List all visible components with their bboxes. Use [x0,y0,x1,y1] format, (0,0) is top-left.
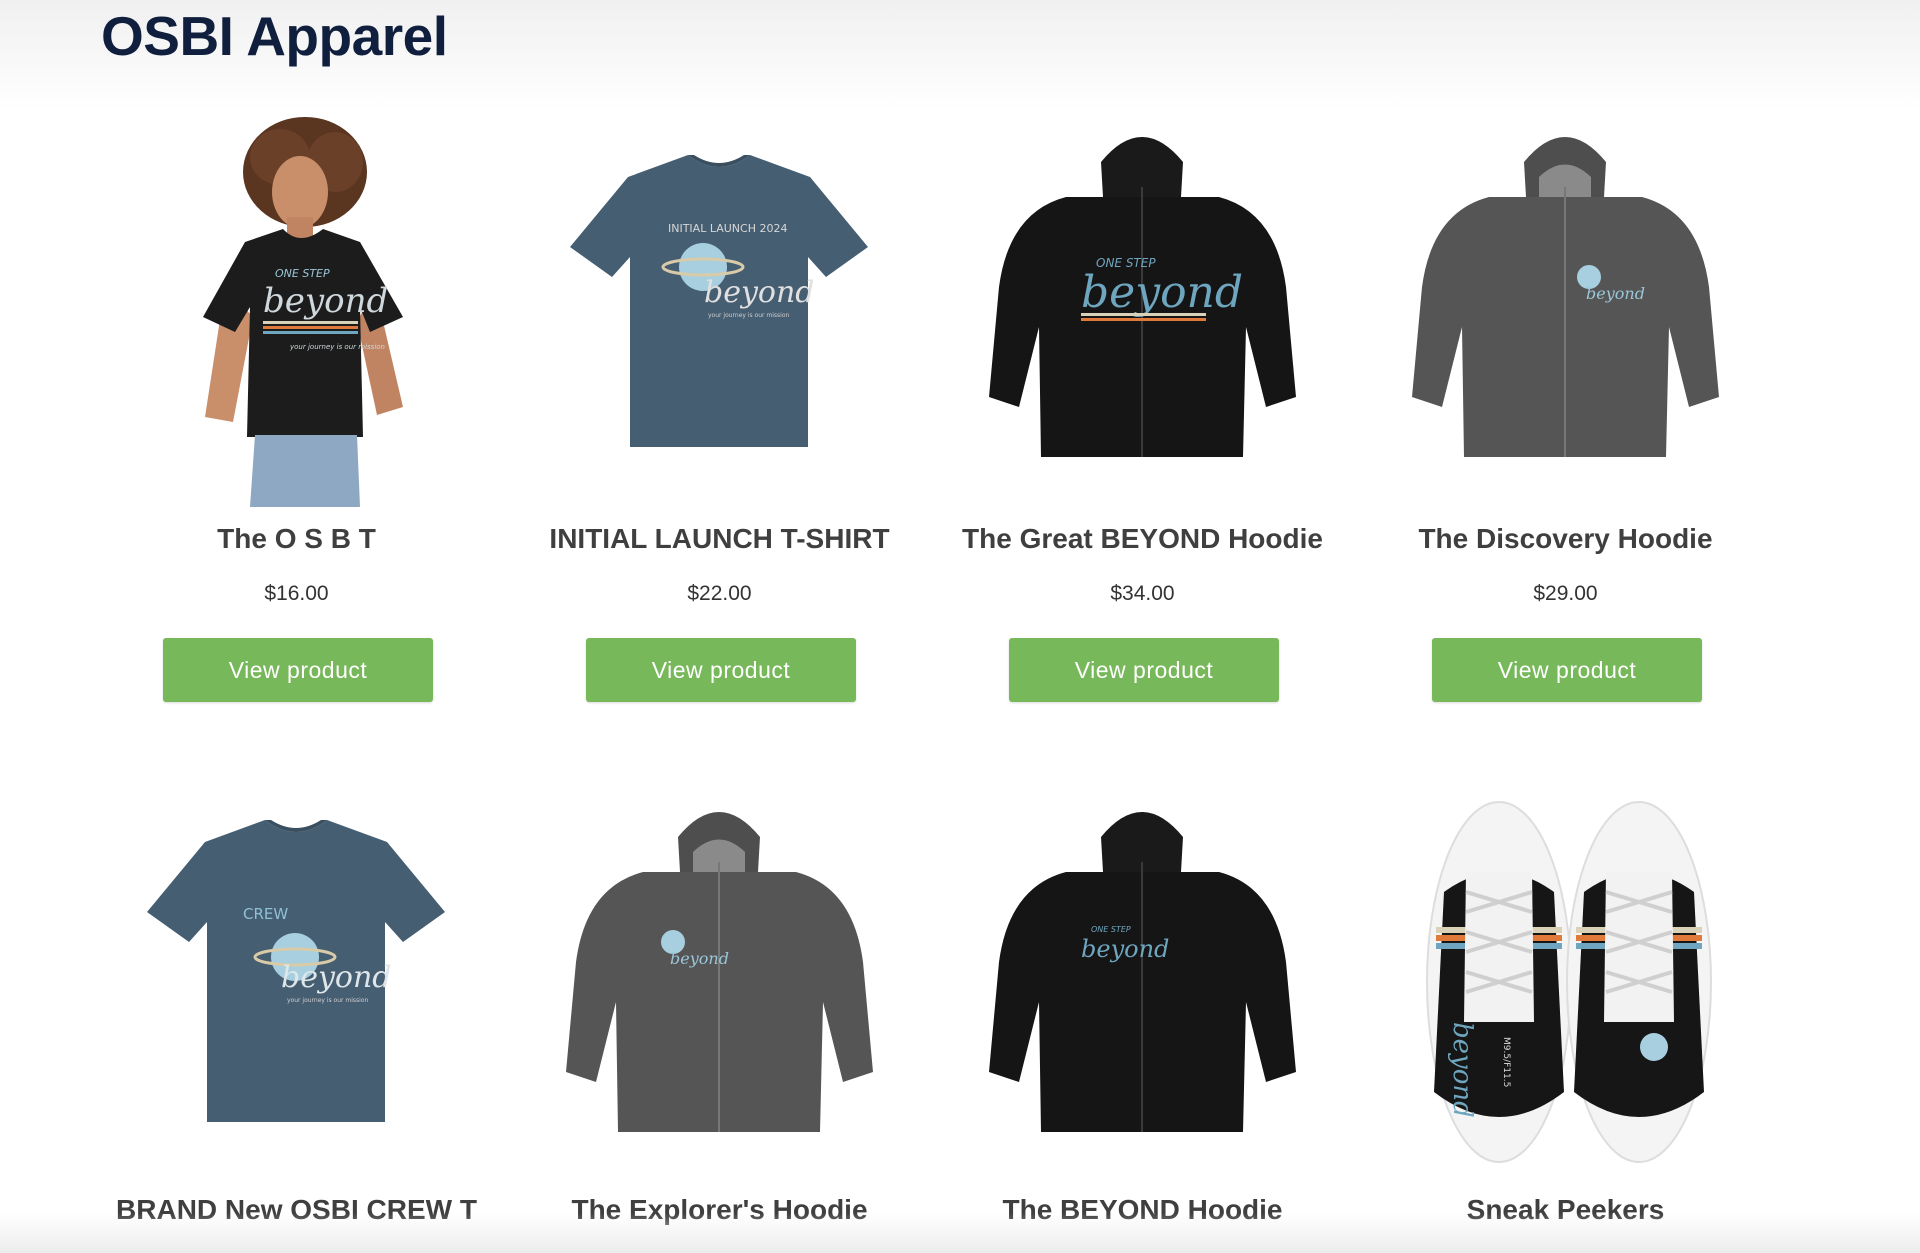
view-product-button[interactable]: View product [1009,638,1279,702]
print-main: beyond [1586,284,1645,303]
print-size: M9.5/F11.5 [1501,1037,1511,1087]
product-name[interactable]: The O S B T [85,523,508,555]
view-product-button[interactable]: View product [163,638,433,702]
print-top: ONE STEP [1091,925,1131,934]
product-name[interactable]: The BEYOND Hoodie [931,1194,1354,1226]
print-tag: your journey is our mission [287,997,369,1004]
product-image[interactable]: beyond M9.5/F11.5 [1354,792,1777,1182]
print-main: beyond [263,281,388,321]
view-product-button[interactable]: View product [1432,638,1702,702]
print-main: beyond [704,275,815,310]
print-tag: your journey is our mission [708,312,790,319]
product-image[interactable]: ONE STEP beyond your journey is our miss… [85,117,508,507]
print-main: beyond [281,960,392,995]
page-title: OSBI Apparel [101,5,448,67]
blue-tshirt-image: CREW beyond your journey is our mission [147,820,445,1122]
product-name[interactable]: The Discovery Hoodie [1354,523,1777,555]
print-main: beyond [670,949,729,968]
print-tag: your journey is our mission [289,343,385,351]
print-main: beyond [1081,935,1169,963]
product-image[interactable]: CREW beyond your journey is our mission [85,792,508,1182]
gray-hoodie-image: beyond [1412,137,1719,457]
product-image[interactable]: beyond [508,792,931,1182]
blue-tshirt-image: INITIAL LAUNCH 2024 beyond your journey … [570,155,868,447]
product-price: $16.00 [264,582,329,605]
product-name[interactable]: The Great BEYOND Hoodie [931,523,1354,555]
tshirt-model-image: ONE STEP beyond your journey is our miss… [203,117,403,507]
product-price: $29.00 [1533,582,1598,605]
view-product-button[interactable]: View product [586,638,856,702]
print-top: INITIAL LAUNCH 2024 [668,222,787,235]
gray-hoodie-image: beyond [566,812,873,1132]
product-image[interactable]: ONE STEP beyond [931,117,1354,507]
product-price: $34.00 [1110,582,1175,605]
product-name[interactable]: The Explorer's Hoodie [508,1194,931,1226]
product-price: $22.00 [687,582,752,605]
print-top: CREW [243,905,288,923]
product-name[interactable]: Sneak Peekers [1354,1194,1777,1226]
black-hoodie-image: ONE STEP beyond [989,812,1296,1132]
product-name[interactable]: INITIAL LAUNCH T-SHIRT [508,523,931,555]
print-main: beyond [1447,1022,1477,1118]
product-image[interactable]: INITIAL LAUNCH 2024 beyond your journey … [508,117,931,507]
print-main: beyond [1081,267,1243,318]
product-name[interactable]: BRAND New OSBI CREW T [85,1194,508,1226]
sneakers-image: beyond M9.5/F11.5 [1426,801,1712,1163]
print-top: ONE STEP [275,267,330,280]
product-image[interactable]: beyond [1354,117,1777,507]
product-image[interactable]: ONE STEP beyond [931,792,1354,1182]
black-hoodie-image: ONE STEP beyond [989,137,1296,457]
